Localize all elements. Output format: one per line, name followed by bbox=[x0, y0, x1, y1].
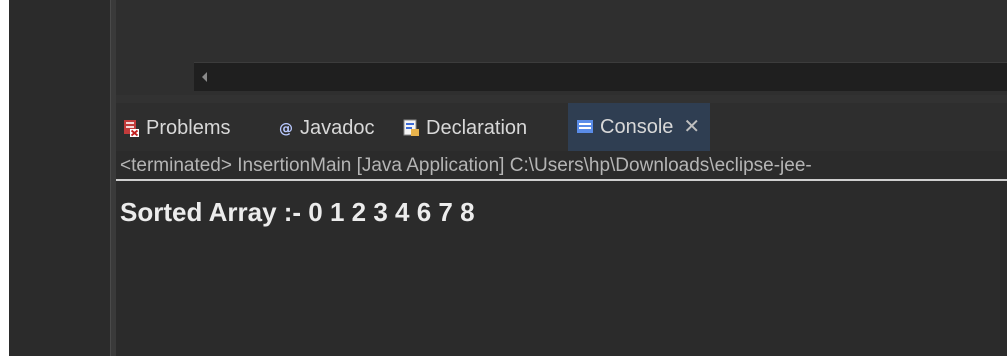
eclipse-window: Problems @ Javadoc Declaration Console ✕… bbox=[0, 0, 1007, 356]
problems-icon bbox=[122, 119, 140, 137]
view-sash[interactable] bbox=[116, 95, 1007, 103]
tab-console-label: Console bbox=[600, 116, 674, 138]
javadoc-icon: @ bbox=[276, 119, 294, 137]
tab-declaration[interactable]: Declaration bbox=[402, 113, 527, 143]
views-tabbar: Problems @ Javadoc Declaration Console ✕ bbox=[116, 103, 1007, 151]
window-edge bbox=[0, 0, 9, 356]
tab-problems[interactable]: Problems bbox=[122, 113, 230, 143]
tab-console[interactable]: Console ✕ bbox=[568, 103, 711, 151]
declaration-icon bbox=[402, 119, 420, 137]
tab-problems-label: Problems bbox=[146, 117, 231, 139]
tab-javadoc[interactable]: @ Javadoc bbox=[276, 113, 375, 143]
left-panel bbox=[9, 0, 110, 356]
console-output: Sorted Array :- 0 1 2 3 4 6 7 8 bbox=[120, 197, 475, 227]
console-status: <terminated> InsertionMain [Java Applica… bbox=[116, 151, 1007, 181]
console-body[interactable]: Sorted Array :- 0 1 2 3 4 6 7 8 bbox=[116, 181, 1007, 356]
tab-declaration-label: Declaration bbox=[426, 117, 528, 139]
scroll-left-icon[interactable] bbox=[202, 72, 207, 82]
close-icon[interactable]: ✕ bbox=[683, 117, 700, 137]
console-icon bbox=[576, 118, 594, 136]
svg-text:@: @ bbox=[279, 121, 293, 137]
horizontal-scrollbar[interactable] bbox=[194, 62, 1007, 91]
tab-javadoc-label: Javadoc bbox=[300, 117, 375, 139]
